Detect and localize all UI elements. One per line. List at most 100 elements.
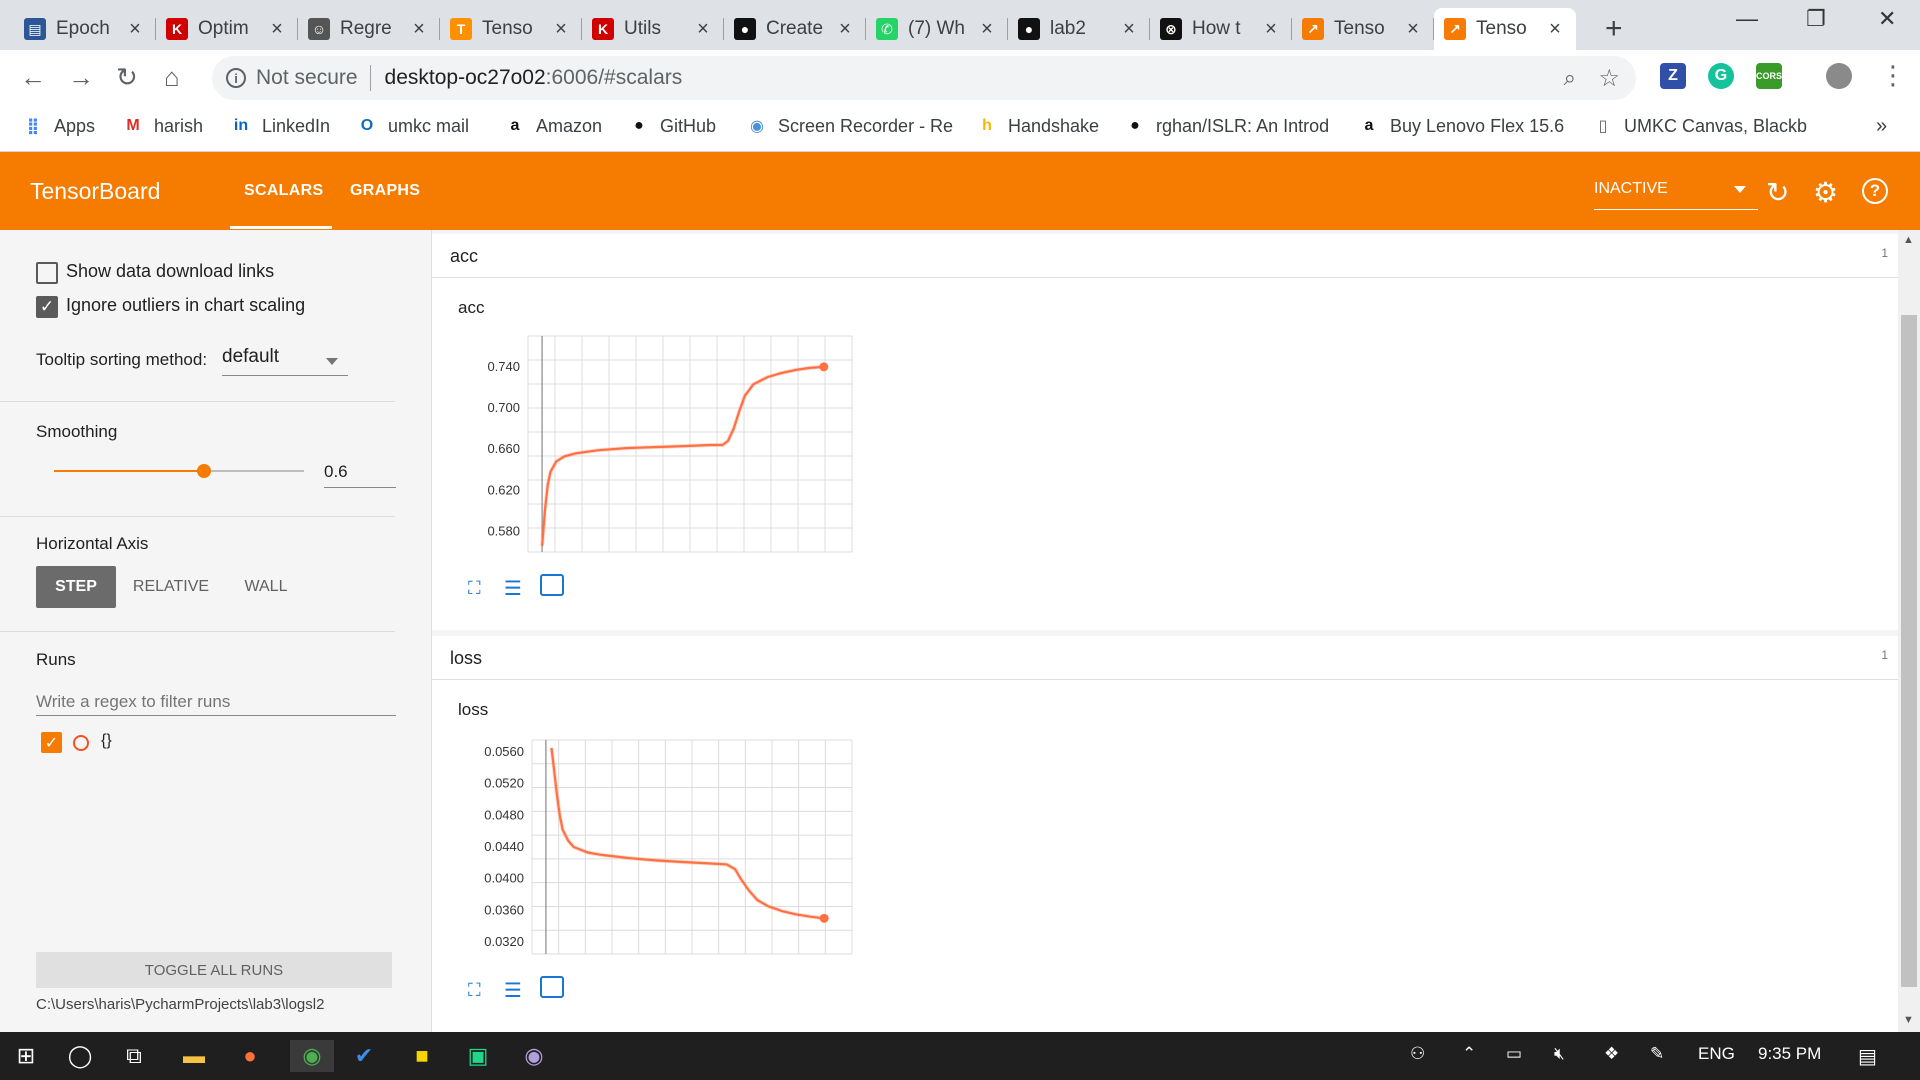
volume-muted-icon[interactable]: 🔇︎ <box>1554 1044 1565 1064</box>
bookmark-star-icon[interactable]: ☆ <box>1598 64 1620 93</box>
people-icon[interactable]: ⚇ <box>1410 1044 1425 1064</box>
new-tab-button[interactable]: + <box>1605 12 1623 46</box>
smoothing-slider-knob[interactable] <box>197 464 211 478</box>
pen-icon[interactable]: ✎ <box>1650 1044 1664 1064</box>
close-tab-icon[interactable]: × <box>976 18 998 41</box>
browser-tab[interactable]: ✆ (7) Wh × <box>866 8 1008 50</box>
category-header-loss[interactable]: loss 1 <box>432 636 1898 680</box>
reload-icon[interactable]: ↻ <box>116 62 138 93</box>
profile-avatar[interactable] <box>1826 63 1852 89</box>
chrome-icon[interactable]: ◉ <box>290 1040 334 1072</box>
browser-tab[interactable]: ▤ Epoch × <box>14 8 156 50</box>
browser-tab[interactable]: ☺ Regre × <box>298 8 440 50</box>
menu-dots-icon[interactable]: ⋮ <box>1880 60 1906 91</box>
run-checkbox[interactable]: ✓ <box>41 732 62 753</box>
bookmark-item[interactable]: a Buy Lenovo Flex 15.6 <box>1358 115 1565 137</box>
fit-domain-icon[interactable] <box>540 976 564 998</box>
browser-tab[interactable]: ↗ Tenso × <box>1434 8 1576 50</box>
smoothing-slider[interactable] <box>54 464 304 478</box>
axis-step-button[interactable]: STEP <box>36 566 116 608</box>
bookmark-item[interactable]: ● GitHub <box>628 115 716 137</box>
restore-icon[interactable]: ❐ <box>1806 6 1826 32</box>
firefox-icon[interactable]: ● <box>234 1040 266 1072</box>
battery-icon[interactable]: ▭ <box>1506 1044 1522 1064</box>
category-header-acc[interactable]: acc 1 <box>432 234 1898 278</box>
file-explorer-icon[interactable]: ▬ <box>178 1040 210 1072</box>
acc-chart[interactable]: 0.5800.6200.6600.7000.7400.00020.0040.00… <box>432 318 872 558</box>
close-tab-icon[interactable]: × <box>124 18 146 41</box>
home-icon[interactable]: ⌂ <box>164 62 180 93</box>
toggle-all-runs-button[interactable]: TOGGLE ALL RUNS <box>36 952 392 988</box>
close-tab-icon[interactable]: × <box>834 18 856 41</box>
browser-tab[interactable]: K Optim × <box>156 8 298 50</box>
close-tab-icon[interactable]: × <box>1544 18 1566 41</box>
chevron-up-icon[interactable]: ⌃ <box>1462 1044 1476 1064</box>
close-tab-icon[interactable]: × <box>1402 18 1424 41</box>
show-download-links-checkbox[interactable] <box>36 262 58 284</box>
vertical-scrollbar[interactable]: ▲ ▼ <box>1898 230 1920 1032</box>
dropbox-icon[interactable]: ❖ <box>1604 1044 1619 1064</box>
bookmark-item[interactable]: ⣿ Apps <box>22 115 95 137</box>
clock[interactable]: 9:35 PM <box>1758 1044 1821 1064</box>
fit-domain-icon[interactable] <box>540 574 564 596</box>
fullscreen-icon[interactable]: ⛶ <box>468 980 481 1001</box>
close-tab-icon[interactable]: × <box>408 18 430 41</box>
todo-check-icon[interactable]: ✔ <box>348 1040 380 1072</box>
browser-tab[interactable]: ↗ Tenso × <box>1292 8 1434 50</box>
axis-wall-button[interactable]: WALL <box>226 566 306 608</box>
list-icon[interactable]: ☰ <box>504 978 522 1003</box>
close-tab-icon[interactable]: × <box>692 18 714 41</box>
close-tab-icon[interactable]: × <box>1118 18 1140 41</box>
language-indicator[interactable]: ENG <box>1698 1044 1735 1064</box>
close-window-icon[interactable]: ✕ <box>1878 6 1896 32</box>
bookmark-item[interactable]: Oumkc mail <box>356 115 469 137</box>
bookmark-item[interactable]: h Handshake <box>976 115 1099 137</box>
grammarly-icon[interactable]: G <box>1708 63 1734 89</box>
bookmarks-overflow[interactable]: » <box>1876 115 1887 138</box>
minimize-icon[interactable]: — <box>1736 6 1758 32</box>
notifications-icon[interactable]: ▤ <box>1858 1044 1877 1069</box>
scroll-down-icon[interactable]: ▼ <box>1903 1014 1914 1026</box>
tab-graphs[interactable]: GRAPHS <box>350 182 420 200</box>
refresh-icon[interactable]: ↻ <box>1766 176 1789 209</box>
app-circle-icon[interactable]: ◉ <box>518 1040 550 1072</box>
search-circle-icon[interactable]: ◯ <box>64 1040 96 1072</box>
browser-tab[interactable]: T Tenso × <box>440 8 582 50</box>
browser-tab[interactable]: ● lab2 × <box>1008 8 1150 50</box>
help-icon[interactable]: ? <box>1862 178 1888 204</box>
address-bar[interactable]: i Not secure desktop-oc27o02:6006/#scala… <box>212 56 1636 100</box>
fullscreen-icon[interactable]: ⛶ <box>468 578 481 599</box>
sticky-notes-icon[interactable]: ■ <box>406 1040 438 1072</box>
scroll-up-icon[interactable]: ▲ <box>1903 234 1914 246</box>
task-view-icon[interactable]: ⧉ <box>118 1040 150 1072</box>
zoom-icon[interactable]: ⌕ <box>1564 65 1576 91</box>
bookmark-item[interactable]: Mharish <box>122 115 203 137</box>
ignore-outliers-checkbox[interactable]: ✓ <box>36 296 58 318</box>
browser-tab[interactable]: ⊗ How t × <box>1150 8 1292 50</box>
back-icon[interactable]: ← <box>20 62 46 93</box>
smoothing-value-input[interactable]: 0.6 <box>324 458 396 488</box>
bookmark-item[interactable]: a Amazon <box>504 115 603 137</box>
info-icon[interactable]: i <box>226 68 246 88</box>
bookmark-item[interactable]: in LinkedIn <box>230 115 330 137</box>
zotero-icon[interactable]: Z <box>1660 63 1686 89</box>
axis-relative-button[interactable]: RELATIVE <box>126 566 216 608</box>
list-icon[interactable]: ☰ <box>504 576 522 601</box>
bookmark-item[interactable]: ▯ UMKC Canvas, Blackb <box>1592 115 1807 137</box>
reload-status-dropdown[interactable]: INACTIVE <box>1594 180 1758 210</box>
settings-gear-icon[interactable]: ⚙ <box>1813 176 1838 209</box>
loss-chart[interactable]: 0.0320 0.0360 0.0400 0.0440 0.0480 0.0520 0.05… <box>432 720 872 960</box>
browser-tab[interactable]: ● Create × <box>724 8 866 50</box>
pycharm-icon[interactable]: ▣ <box>462 1040 494 1072</box>
close-tab-icon[interactable]: × <box>550 18 572 41</box>
browser-tab[interactable]: K Utils × <box>582 8 724 50</box>
windows-start-icon[interactable]: ⊞ <box>10 1040 42 1072</box>
tooltip-sorting-select[interactable]: default <box>222 346 348 376</box>
bookmark-item[interactable]: ● rghan/ISLR: An Introd <box>1124 115 1329 137</box>
bookmark-item[interactable]: ◉ Screen Recorder - Re <box>746 115 953 137</box>
cors-icon[interactable]: CORS <box>1756 63 1782 89</box>
close-tab-icon[interactable]: × <box>1260 18 1282 41</box>
forward-icon[interactable]: → <box>68 62 94 93</box>
close-tab-icon[interactable]: × <box>266 18 288 41</box>
scrollbar-thumb[interactable] <box>1901 315 1917 987</box>
